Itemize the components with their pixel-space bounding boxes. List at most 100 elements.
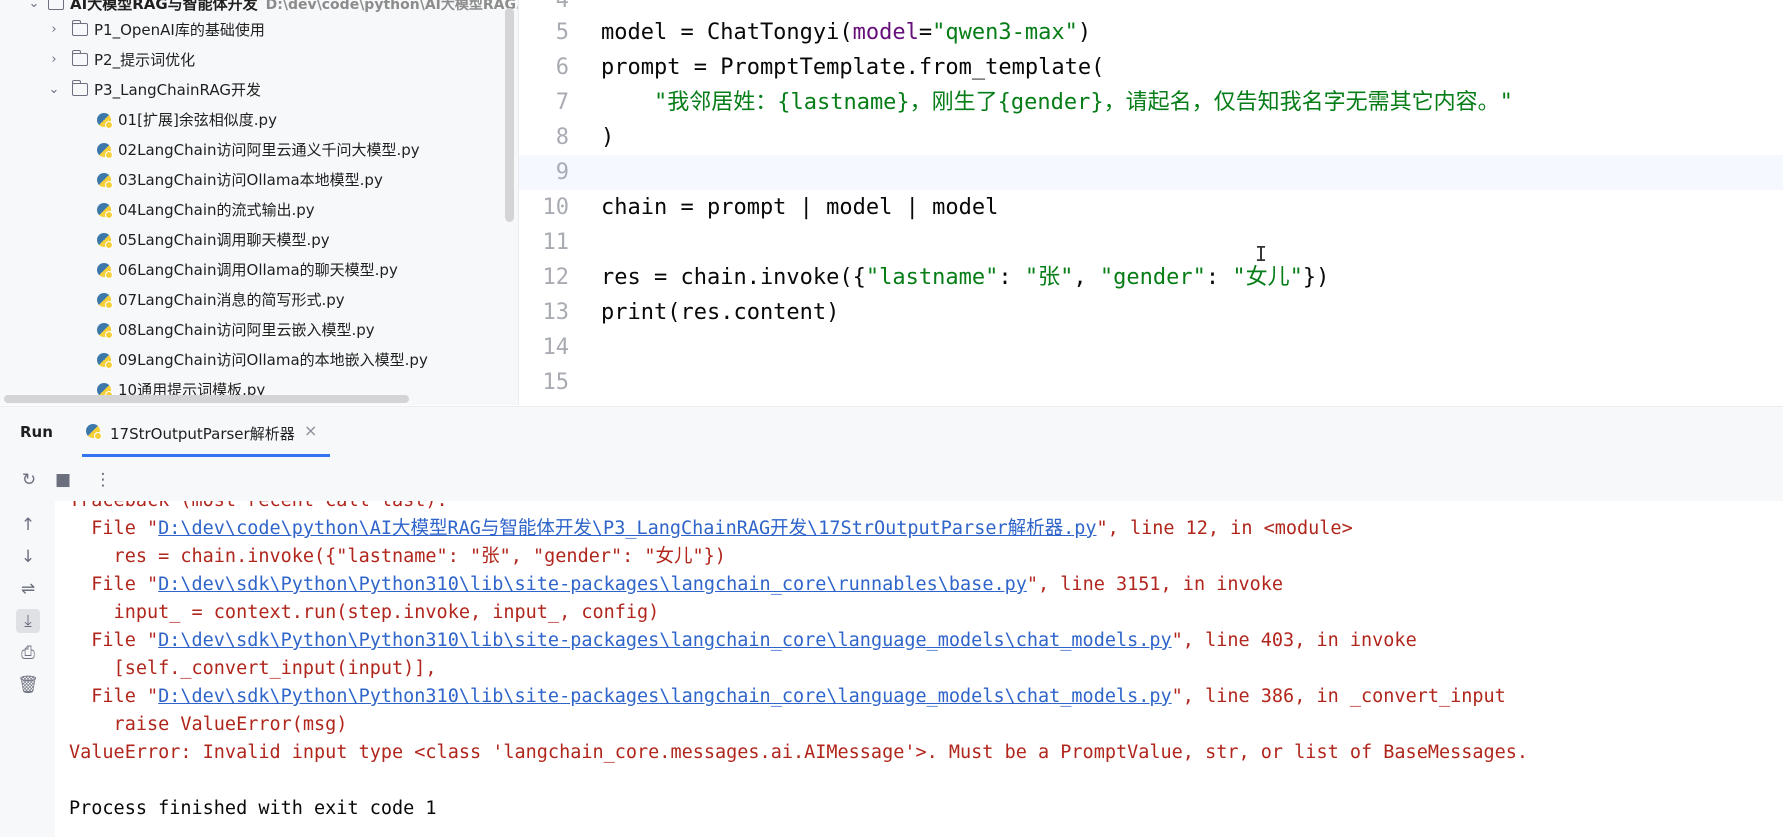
traceback-file-link[interactable]: D:\dev\sdk\Python\Python310\lib\site-pac… bbox=[158, 574, 1027, 595]
console-text: File " bbox=[69, 518, 159, 539]
tree-file[interactable]: 07LangChain消息的简写形式.py bbox=[0, 286, 518, 314]
python-file-icon bbox=[97, 113, 113, 129]
tree-horizontal-scrollbar[interactable] bbox=[4, 395, 409, 403]
print-icon[interactable]: ⎙ bbox=[16, 641, 40, 665]
python-file-icon bbox=[97, 203, 113, 219]
console-line: [self._convert_input(input)], bbox=[69, 658, 437, 679]
code-line[interactable]: 15 bbox=[519, 365, 1783, 400]
text-cursor-icon: I bbox=[1255, 242, 1268, 266]
stop-icon[interactable]: ■ bbox=[52, 469, 74, 491]
tree-file-label: 01[扩展]余弦相似度.py bbox=[118, 111, 277, 129]
code-token-string: "张" bbox=[1024, 265, 1074, 290]
soft-wrap-icon[interactable]: ⇌ bbox=[16, 577, 40, 601]
chevron-right-icon[interactable]: › bbox=[48, 46, 60, 74]
chevron-down-icon[interactable]: ⌄ bbox=[48, 76, 60, 104]
console-text: ", line 403, in invoke bbox=[1171, 630, 1417, 651]
python-file-icon bbox=[97, 173, 113, 189]
code-line[interactable]: 11 bbox=[519, 225, 1783, 260]
code-line[interactable]: 13 print(res.content) bbox=[519, 295, 1783, 330]
console-side-toolbar: ↑ ↓ ⇌ ⤓ ⎙ 🗑 bbox=[0, 501, 55, 837]
tree-file-label: 05LangChain调用聊天模型.py bbox=[118, 231, 330, 249]
tree-file[interactable]: 05LangChain调用聊天模型.py bbox=[0, 226, 518, 254]
line-number: 12 bbox=[542, 265, 570, 290]
code-text: "我邻居姓：{lastname}，刚生了{gender}，请起名，仅告知我名字无… bbox=[601, 90, 1513, 115]
tree-file[interactable]: 09LangChain访问Ollama的本地嵌入模型.py bbox=[0, 346, 518, 374]
code-line[interactable]: 6 prompt = PromptTemplate.from_template( bbox=[519, 50, 1783, 85]
console-line: File "D:\dev\code\python\AI大模型RAG与智能体开发\… bbox=[69, 515, 1352, 543]
console-text: ", line 3151, in invoke bbox=[1026, 574, 1284, 595]
scroll-to-end-icon[interactable]: ⤓ bbox=[16, 609, 40, 633]
folder-icon bbox=[48, 0, 64, 10]
python-file-icon bbox=[97, 323, 113, 339]
root-folder-name: AI大模型RAG与智能体开发 bbox=[70, 0, 258, 13]
code-line[interactable]: 7 "我邻居姓：{lastname}，刚生了{gender}，请起名，仅告知我名… bbox=[519, 85, 1783, 120]
console-line: Traceback (most recent call last): bbox=[69, 501, 448, 515]
traceback-file-link[interactable]: D:\dev\code\python\AI大模型RAG与智能体开发\P3_Lan… bbox=[158, 518, 1096, 539]
tree-file-label: 04LangChain的流式输出.py bbox=[118, 201, 315, 219]
console-line: res = chain.invoke({"lastname": "张", "ge… bbox=[69, 546, 726, 567]
tree-folder-p2[interactable]: › P2_提示词优化 bbox=[0, 46, 518, 74]
more-icon[interactable]: ⋮ bbox=[92, 469, 114, 491]
tab-run-configuration[interactable]: 17StrOutputParser解析器 × bbox=[82, 407, 330, 457]
tree-file-label: 03LangChain访问Ollama本地模型.py bbox=[118, 171, 383, 189]
code-line[interactable]: 12 res = chain.invoke({"lastname": "张", … bbox=[519, 260, 1783, 295]
tree-file-label: 02LangChain访问阿里云通义千问大模型.py bbox=[118, 141, 420, 159]
clear-icon[interactable]: 🗑 bbox=[16, 673, 40, 697]
tree-file-label: 06LangChain调用Ollama的聊天模型.py bbox=[118, 261, 398, 279]
code-editor[interactable]: 4 5 model = ChatTongyi(model="qwen3-max"… bbox=[519, 0, 1783, 405]
code-token-string: "gender" bbox=[1099, 265, 1206, 290]
line-number: 9 bbox=[555, 160, 569, 185]
code-text: model = ChatTongyi(model="qwen3-max") bbox=[601, 20, 1092, 45]
code-line[interactable]: 5 model = ChatTongyi(model="qwen3-max") bbox=[519, 15, 1783, 50]
scroll-down-icon[interactable]: ↓ bbox=[16, 545, 40, 569]
code-token-string: "女儿" bbox=[1232, 265, 1303, 290]
tree-folder-p1[interactable]: › P1_OpenAI库的基础使用 bbox=[0, 16, 518, 44]
tree-folder-p3[interactable]: ⌄ P3_LangChainRAG开发 bbox=[0, 76, 518, 104]
tree-file[interactable]: 02LangChain访问阿里云通义千问大模型.py bbox=[0, 136, 518, 164]
traceback-file-link[interactable]: D:\dev\sdk\Python\Python310\lib\site-pac… bbox=[158, 686, 1172, 707]
console-line: input_ = context.run(step.invoke, input_… bbox=[69, 602, 660, 623]
line-number: 15 bbox=[542, 370, 570, 395]
console-text: File " bbox=[69, 630, 159, 651]
code-line[interactable]: 14 bbox=[519, 330, 1783, 365]
chevron-right-icon[interactable]: › bbox=[48, 16, 60, 44]
run-tab-label: 17StrOutputParser解析器 bbox=[110, 425, 295, 443]
line-number: 13 bbox=[542, 300, 570, 325]
python-file-icon bbox=[97, 263, 113, 279]
code-line[interactable]: 10 chain = prompt | model | model bbox=[519, 190, 1783, 225]
traceback-file-link[interactable]: D:\dev\sdk\Python\Python310\lib\site-pac… bbox=[158, 630, 1172, 651]
project-tree: ⌄ AI大模型RAG与智能体开发 D:\dev\code\python\AI大模型… bbox=[0, 0, 519, 405]
tree-file-label: 09LangChain访问Ollama的本地嵌入模型.py bbox=[118, 351, 428, 369]
console-output[interactable]: Traceback (most recent call last): File … bbox=[56, 501, 1783, 837]
line-number: 7 bbox=[555, 90, 569, 115]
code-line[interactable]: 8 ) bbox=[519, 120, 1783, 155]
rerun-icon[interactable]: ↻ bbox=[18, 469, 40, 491]
code-token-string: "qwen3-max" bbox=[932, 20, 1078, 45]
console-line: File "D:\dev\sdk\Python\Python310\lib\si… bbox=[69, 571, 1283, 599]
tree-file[interactable]: 04LangChain的流式输出.py bbox=[0, 196, 518, 224]
python-file-icon bbox=[97, 233, 113, 249]
tree-folder-label: P3_LangChainRAG开发 bbox=[94, 81, 261, 99]
run-toolbar: ↻ ■ ⋮ bbox=[0, 457, 1783, 501]
close-icon[interactable]: × bbox=[304, 421, 317, 440]
console-line: File "D:\dev\sdk\Python\Python310\lib\si… bbox=[69, 627, 1417, 655]
code-token-kwarg: model bbox=[852, 20, 919, 45]
tree-file[interactable]: 06LangChain调用Ollama的聊天模型.py bbox=[0, 256, 518, 284]
line-number: 8 bbox=[555, 125, 569, 150]
scroll-up-icon[interactable]: ↑ bbox=[16, 513, 40, 537]
tree-vertical-scrollbar[interactable] bbox=[505, 8, 514, 222]
tree-file-label: 08LangChain访问阿里云嵌入模型.py bbox=[118, 321, 375, 339]
code-text: ) bbox=[601, 125, 615, 150]
tree-file-label: 07LangChain消息的简写形式.py bbox=[118, 291, 345, 309]
line-number: 14 bbox=[542, 335, 570, 360]
console-text: ", line 386, in _convert_input bbox=[1171, 686, 1506, 707]
run-window-title: Run bbox=[20, 423, 53, 441]
python-file-icon bbox=[97, 353, 113, 369]
tree-file[interactable]: 08LangChain访问阿里云嵌入模型.py bbox=[0, 316, 518, 344]
tree-file[interactable]: 03LangChain访问Ollama本地模型.py bbox=[0, 166, 518, 194]
tree-file[interactable]: 01[扩展]余弦相似度.py bbox=[0, 106, 518, 134]
code-text: res = chain.invoke({"lastname": "张", "ge… bbox=[601, 265, 1330, 290]
code-line-current[interactable]: 9 bbox=[519, 155, 1783, 190]
python-file-icon bbox=[97, 143, 113, 159]
console-line: raise ValueError(msg) bbox=[69, 714, 348, 735]
